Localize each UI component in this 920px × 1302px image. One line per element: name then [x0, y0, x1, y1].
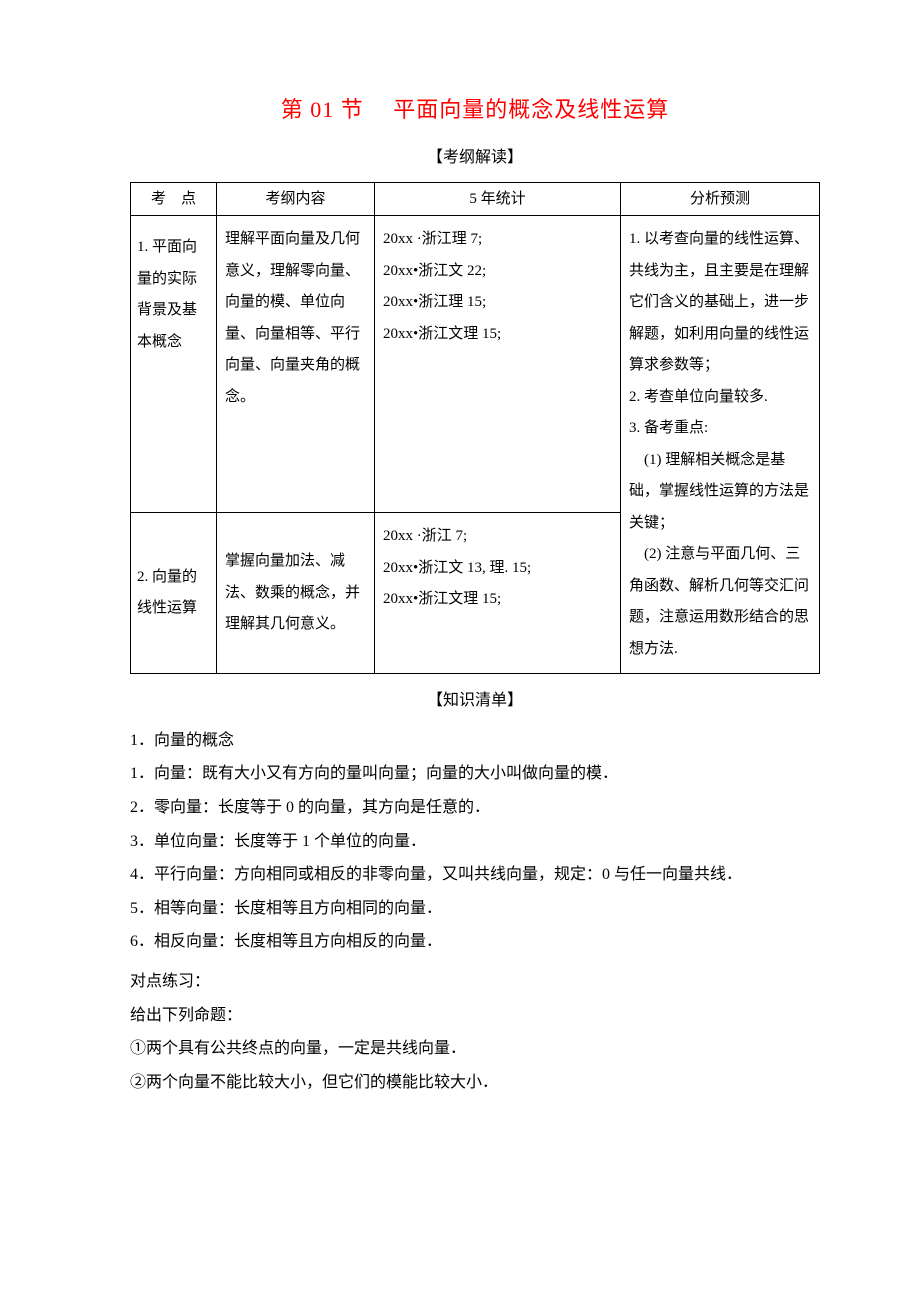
practice-block: 对点练习： 给出下列命题： ①两个具有公共终点的向量，一定是共线向量． ②两个向… [130, 967, 820, 1097]
cell-topic-2: 2. 向量的线性运算 [131, 513, 217, 674]
cell-outline-1: 理解平面向量及几何意义，理解零向量、向量的模、单位向量、向量相等、平行向量、向量… [217, 216, 375, 513]
knowledge-item: 2．零向量：长度等于 0 的向量，其方向是任意的． [130, 793, 820, 823]
knowledge-item: 3．单位向量：长度等于 1 个单位的向量． [130, 827, 820, 857]
knowledge-item: 4．平行向量：方向相同或相反的非零向量，又叫共线向量，规定：0 与任一向量共线． [130, 860, 820, 890]
col-header-stats: 5 年统计 [375, 183, 621, 216]
analysis-paragraph: 1. 以考查向量的线性运算、共线为主，且主要是在理解它们含义的基础上，进一步解题… [629, 224, 811, 382]
stat-line: 20xx•浙江文理 15; [383, 319, 612, 351]
practice-statement: ①两个具有公共终点的向量，一定是共线向量． [130, 1034, 820, 1064]
practice-statement: ②两个向量不能比较大小，但它们的模能比较大小． [130, 1068, 820, 1098]
section-header-outline: 【考纲解读】 [130, 143, 820, 173]
cell-stats-1: 20xx ·浙江理 7; 20xx•浙江文 22; 20xx•浙江理 15; 2… [375, 216, 621, 513]
col-header-analysis: 分析预测 [621, 183, 820, 216]
stat-line: 20xx•浙江理 15; [383, 287, 612, 319]
stat-line: 20xx ·浙江理 7; [383, 224, 612, 256]
table-row: 1. 平面向量的实际背景及基本概念 理解平面向量及几何意义，理解零向量、向量的模… [131, 216, 820, 513]
practice-heading: 对点练习： [130, 967, 820, 997]
syllabus-table: 考 点 考纲内容 5 年统计 分析预测 1. 平面向量的实际背景及基本概念 理解… [130, 182, 820, 674]
knowledge-item: 5．相等向量：长度相等且方向相同的向量． [130, 894, 820, 924]
analysis-paragraph: (1) 理解相关概念是基础，掌握线性运算的方法是关键； [629, 445, 811, 540]
cell-stats-2: 20xx ·浙江 7; 20xx•浙江文 13, 理. 15; 20xx•浙江文… [375, 513, 621, 674]
table-header-row: 考 点 考纲内容 5 年统计 分析预测 [131, 183, 820, 216]
section-header-knowledge: 【知识清单】 [130, 686, 820, 716]
document-title: 第 01 节 平面向量的概念及线性运算 [130, 90, 820, 131]
stat-line: 20xx•浙江文 22; [383, 256, 612, 288]
stat-line: 20xx ·浙江 7; [383, 521, 612, 553]
analysis-paragraph: (2) 注意与平面几何、三角函数、解析几何等交汇问题，注意运用数形结合的思想方法… [629, 539, 811, 665]
cell-analysis: 1. 以考查向量的线性运算、共线为主，且主要是在理解它们含义的基础上，进一步解题… [621, 216, 820, 674]
analysis-paragraph: 3. 备考重点: [629, 413, 811, 445]
analysis-paragraph: 2. 考查单位向量较多. [629, 382, 811, 414]
col-header-topic: 考 点 [131, 183, 217, 216]
cell-outline-2: 掌握向量加法、减法、数乘的概念，并理解其几何意义。 [217, 513, 375, 674]
document-page: 第 01 节 平面向量的概念及线性运算 【考纲解读】 考 点 考纲内容 5 年统… [0, 0, 920, 1201]
stat-line: 20xx•浙江文 13, 理. 15; [383, 553, 612, 585]
stat-line: 20xx•浙江文理 15; [383, 584, 612, 616]
knowledge-heading: 1．向量的概念 [130, 726, 820, 756]
col-header-outline: 考纲内容 [217, 183, 375, 216]
knowledge-block: 1．向量的概念 1．向量：既有大小又有方向的量叫向量；向量的大小叫做向量的模． … [130, 726, 820, 957]
practice-intro: 给出下列命题： [130, 1001, 820, 1031]
knowledge-item: 6．相反向量：长度相等且方向相反的向量． [130, 927, 820, 957]
cell-topic-1: 1. 平面向量的实际背景及基本概念 [131, 216, 217, 513]
knowledge-item: 1．向量：既有大小又有方向的量叫向量；向量的大小叫做向量的模． [130, 759, 820, 789]
